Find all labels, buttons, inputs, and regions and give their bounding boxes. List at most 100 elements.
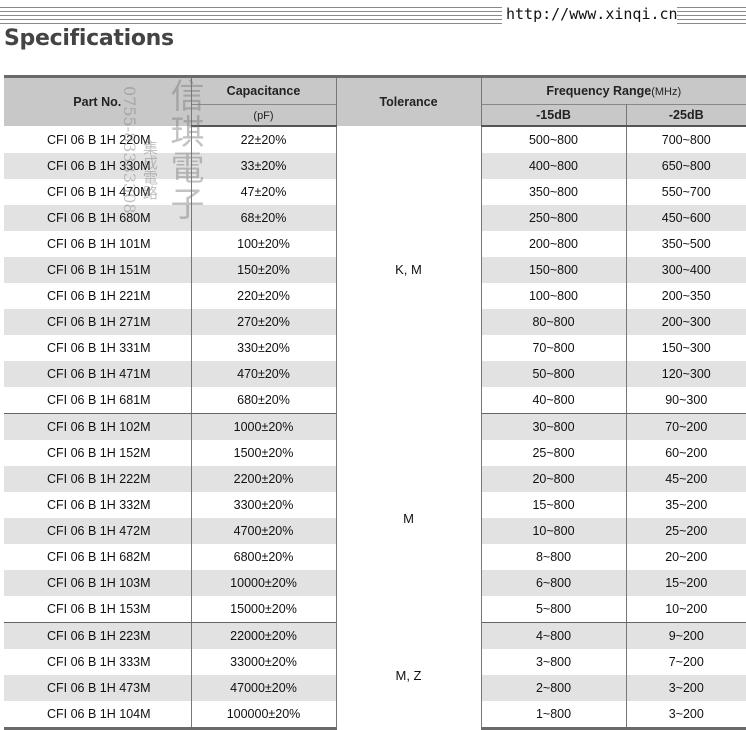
- cell-freq-25db: 15~200: [625, 570, 746, 596]
- cell-freq-25db: 200~350: [625, 283, 746, 309]
- cell-capacitance: 47000±20%: [190, 675, 337, 701]
- cell-capacitance: 1500±20%: [190, 440, 337, 466]
- cell-part-no: CFI 06 B 1H 102M: [4, 413, 192, 440]
- cell-freq-25db: 550~700: [625, 179, 746, 205]
- cell-capacitance: 100000±20%: [190, 701, 337, 730]
- cell-part-no: CFI 06 B 1H 221M: [4, 283, 192, 309]
- cell-freq-25db: 25~200: [625, 518, 746, 544]
- cell-freq-25db: 300~400: [625, 257, 746, 283]
- cell-tolerance: M: [335, 413, 482, 623]
- cell-part-no: CFI 06 B 1H 151M: [4, 257, 192, 283]
- page-title: Specifications: [4, 26, 174, 51]
- cell-capacitance: 47±20%: [190, 179, 337, 205]
- cell-part-no: CFI 06 B 1H 223M: [4, 622, 192, 649]
- cell-capacitance: 33±20%: [190, 153, 337, 179]
- cell-freq-15db: 4~800: [480, 622, 627, 649]
- cell-part-no: CFI 06 B 1H 101M: [4, 231, 192, 257]
- cell-freq-15db: 40~800: [480, 387, 627, 414]
- cell-part-no: CFI 06 B 1H 331M: [4, 335, 192, 361]
- header-url[interactable]: http://www.xinqi.cn: [506, 5, 678, 23]
- cell-freq-15db: 50~800: [480, 361, 627, 387]
- cell-capacitance: 220±20%: [190, 283, 337, 309]
- cell-capacitance: 6800±20%: [190, 544, 337, 570]
- header-25db: -25dB: [625, 104, 746, 127]
- cell-freq-15db: 500~800: [480, 126, 627, 153]
- cell-capacitance: 270±20%: [190, 309, 337, 335]
- cell-freq-15db: 15~800: [480, 492, 627, 518]
- cell-freq-25db: 150~300: [625, 335, 746, 361]
- table-row: CFI 06 B 1H 220M 22±20% K, M 500~800 700~800: [4, 126, 746, 414]
- cell-freq-15db: 200~800: [480, 231, 627, 257]
- cell-freq-25db: 650~800: [625, 153, 746, 179]
- cell-freq-25db: 3~200: [625, 675, 746, 701]
- cell-capacitance: 100±20%: [190, 231, 337, 257]
- header-rule-right: [677, 7, 746, 24]
- cell-part-no: CFI 06 B 1H 682M: [4, 544, 192, 570]
- cell-capacitance: 1000±20%: [190, 413, 337, 440]
- spec-table-body: CFI 06 B 1H 220M 22±20% K, M 500~800 700~800…: [4, 126, 746, 730]
- table-row: CFI 06 B 1H 223M 22000±20% M, Z 4~800 9~200: [4, 622, 746, 729]
- cell-part-no: CFI 06 B 1H 222M: [4, 466, 192, 492]
- header-capacitance-unit: (pF): [190, 104, 337, 127]
- cell-freq-15db: 250~800: [480, 205, 627, 231]
- cell-freq-25db: 7~200: [625, 649, 746, 675]
- cell-freq-15db: 3~800: [480, 649, 627, 675]
- cell-part-no: CFI 06 B 1H 681M: [4, 387, 192, 414]
- header-15db: -15dB: [480, 104, 627, 127]
- cell-freq-15db: 8~800: [480, 544, 627, 570]
- cell-part-no: CFI 06 B 1H 332M: [4, 492, 192, 518]
- cell-freq-15db: 400~800: [480, 153, 627, 179]
- cell-capacitance: 22000±20%: [190, 622, 337, 649]
- cell-part-no: CFI 06 B 1H 680M: [4, 205, 192, 231]
- cell-part-no: CFI 06 B 1H 271M: [4, 309, 192, 335]
- cell-part-no: CFI 06 B 1H 152M: [4, 440, 192, 466]
- cell-freq-25db: 120~300: [625, 361, 746, 387]
- frequency-unit: (MHz): [651, 86, 682, 98]
- cell-freq-15db: 30~800: [480, 413, 627, 440]
- cell-part-no: CFI 06 B 1H 473M: [4, 675, 192, 701]
- cell-part-no: CFI 06 B 1H 220M: [4, 126, 192, 153]
- cell-freq-25db: 3~200: [625, 701, 746, 730]
- cell-freq-15db: 2~800: [480, 675, 627, 701]
- cell-freq-25db: 35~200: [625, 492, 746, 518]
- cell-freq-25db: 90~300: [625, 387, 746, 414]
- cell-capacitance: 33000±20%: [190, 649, 337, 675]
- cell-part-no: CFI 06 B 1H 103M: [4, 570, 192, 596]
- cell-freq-15db: 80~800: [480, 309, 627, 335]
- cell-part-no: CFI 06 B 1H 153M: [4, 596, 192, 623]
- cell-capacitance: 330±20%: [190, 335, 337, 361]
- header-tolerance: Tolerance: [335, 75, 482, 126]
- cell-tolerance: M, Z: [335, 622, 482, 729]
- cell-capacitance: 3300±20%: [190, 492, 337, 518]
- cell-part-no: CFI 06 B 1H 472M: [4, 518, 192, 544]
- cell-freq-15db: 6~800: [480, 570, 627, 596]
- cell-freq-25db: 70~200: [625, 413, 746, 440]
- cell-capacitance: 4700±20%: [190, 518, 337, 544]
- header-part-no: Part No.: [4, 75, 192, 126]
- cell-freq-25db: 10~200: [625, 596, 746, 623]
- cell-freq-15db: 10~800: [480, 518, 627, 544]
- cell-part-no: CFI 06 B 1H 104M: [4, 701, 192, 730]
- spec-table: Part No. Capacitance Tolerance Frequency…: [4, 75, 746, 730]
- cell-freq-15db: 1~800: [480, 701, 627, 730]
- cell-freq-25db: 450~600: [625, 205, 746, 231]
- frequency-range-label: Frequency Range: [546, 84, 652, 98]
- cell-capacitance: 2200±20%: [190, 466, 337, 492]
- cell-capacitance: 470±20%: [190, 361, 337, 387]
- cell-tolerance: K, M: [335, 126, 482, 414]
- cell-freq-15db: 20~800: [480, 466, 627, 492]
- cell-capacitance: 150±20%: [190, 257, 337, 283]
- cell-capacitance: 15000±20%: [190, 596, 337, 623]
- cell-freq-25db: 45~200: [625, 466, 746, 492]
- cell-part-no: CFI 06 B 1H 470M: [4, 179, 192, 205]
- cell-freq-15db: 5~800: [480, 596, 627, 623]
- cell-freq-25db: 200~300: [625, 309, 746, 335]
- cell-part-no: CFI 06 B 1H 333M: [4, 649, 192, 675]
- header-capacitance: Capacitance: [190, 75, 337, 105]
- cell-freq-25db: 9~200: [625, 622, 746, 649]
- cell-capacitance: 10000±20%: [190, 570, 337, 596]
- cell-capacitance: 680±20%: [190, 387, 337, 414]
- cell-capacitance: 68±20%: [190, 205, 337, 231]
- cell-freq-15db: 100~800: [480, 283, 627, 309]
- table-row: CFI 06 B 1H 102M 1000±20% M 30~800 70~200: [4, 413, 746, 623]
